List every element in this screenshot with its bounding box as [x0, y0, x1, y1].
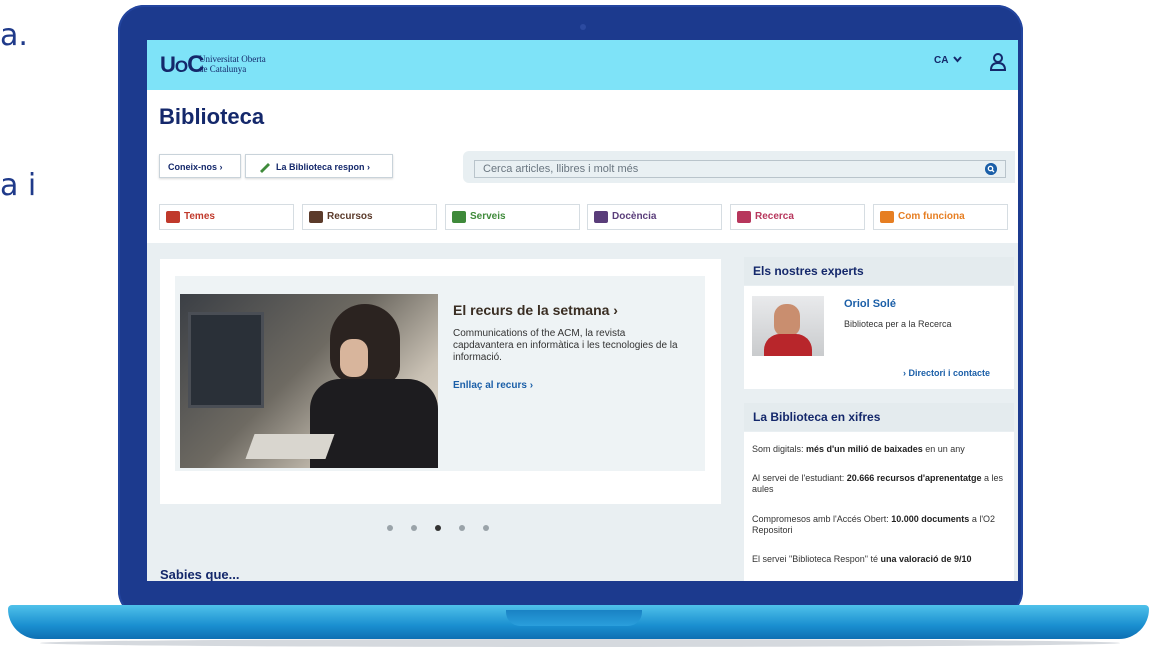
temes-icon	[166, 211, 180, 223]
tab-serveis[interactable]: Serveis	[445, 204, 580, 230]
serveis-icon	[452, 211, 466, 223]
com-funciona-icon	[880, 211, 894, 223]
figure-item: Compromesos amb l'Accés Obert: 10.000 do…	[752, 514, 996, 535]
carousel-dot[interactable]	[411, 525, 417, 531]
laptop-notch	[506, 610, 642, 626]
expert-name[interactable]: Oriol Solé	[844, 298, 896, 310]
tab-docencia[interactable]: Docència	[587, 204, 722, 230]
side-text-2: a i	[0, 168, 37, 203]
slide-link[interactable]: Enllaç al recurs ›	[453, 380, 533, 391]
figure-item: Som digitals: més d'un milió de baixades…	[752, 444, 965, 454]
expert-role: Biblioteca per a la Recerca	[844, 319, 952, 329]
camera-icon	[580, 24, 586, 30]
tab-temes[interactable]: Temes	[159, 204, 294, 230]
slide-title[interactable]: El recurs de la setmana ›	[453, 302, 618, 318]
top-bar: UOC Universitat Oberta de Catalunya CA	[147, 40, 1018, 90]
carousel-dot[interactable]	[459, 525, 465, 531]
laptop-screen: UOC Universitat Oberta de Catalunya CA B…	[147, 40, 1018, 581]
side-text-1: a.	[0, 18, 28, 53]
tab-com-funciona[interactable]: Com funciona	[873, 204, 1008, 230]
search-input[interactable]: Cerca articles, llibres i molt més	[474, 160, 1006, 178]
search-icon[interactable]	[985, 163, 997, 175]
figure-item: El servei "Biblioteca Respon" té una val…	[752, 554, 972, 564]
slide-image[interactable]	[180, 294, 438, 468]
laptop-shadow	[40, 639, 1120, 647]
carousel-dot-active[interactable]	[435, 525, 441, 531]
recursos-icon	[309, 211, 323, 223]
logo-text: Universitat Oberta de Catalunya	[199, 54, 266, 74]
pencil-icon	[260, 163, 270, 173]
figure-item: Al servei de l'estudiant: 20.666 recurso…	[752, 473, 1003, 494]
recerca-icon	[737, 211, 751, 223]
tab-recerca[interactable]: Recerca	[730, 204, 865, 230]
directory-link[interactable]: › Directori i contacte	[903, 368, 990, 378]
expert-avatar[interactable]	[752, 296, 824, 356]
experts-heading: Els nostres experts	[744, 257, 1014, 285]
carousel-dot[interactable]	[387, 525, 393, 531]
docencia-icon	[594, 211, 608, 223]
uoc-logo[interactable]: UOC	[160, 51, 204, 79]
slide-description: Communications of the ACM, la revista ca…	[453, 328, 678, 363]
carousel-dots	[387, 518, 507, 531]
biblioteca-respon-link[interactable]: La Biblioteca respon ›	[245, 154, 393, 178]
carousel-dot[interactable]	[483, 525, 489, 531]
language-selector[interactable]: CA	[934, 55, 962, 66]
user-icon[interactable]	[989, 52, 1007, 72]
coneix-nos-link[interactable]: Coneix-nos ›	[159, 154, 241, 178]
chevron-down-icon	[953, 56, 962, 63]
figures-heading: La Biblioteca en xifres	[744, 403, 1014, 431]
sabies-que-heading: Sabies que...	[160, 567, 240, 581]
page-title: Biblioteca	[159, 104, 265, 129]
tab-recursos[interactable]: Recursos	[302, 204, 437, 230]
